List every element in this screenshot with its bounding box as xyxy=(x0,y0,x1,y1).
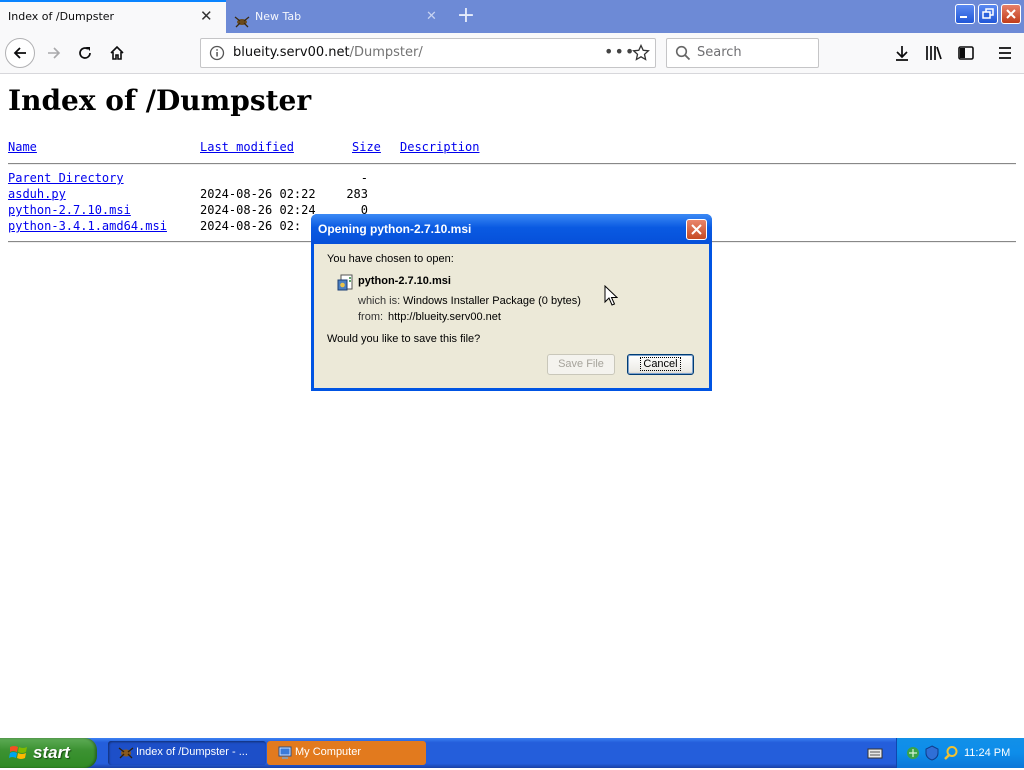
page-title: Index of /Dumpster xyxy=(8,84,312,117)
file-size: - xyxy=(360,171,368,185)
new-tab-plus-icon[interactable]: + xyxy=(455,0,477,33)
more-icon[interactable]: ••• xyxy=(604,39,635,65)
cancel-button[interactable]: Cancel xyxy=(627,354,694,375)
file-type-value: Windows Installer Package (0 bytes) xyxy=(403,295,581,307)
library-icon[interactable] xyxy=(924,43,944,63)
sidebar-icon[interactable] xyxy=(956,43,976,63)
tab-close-icon[interactable]: ✕ xyxy=(200,2,213,31)
my-computer-icon xyxy=(277,745,293,761)
url-host: blueity.serv00.net xyxy=(233,45,350,60)
dialog-close-button[interactable] xyxy=(686,219,707,240)
taskbar-item-firefox[interactable]: Index of /Dumpster - ... xyxy=(108,741,266,765)
column-size-link[interactable]: Size xyxy=(352,140,381,154)
search-tray-icon[interactable] xyxy=(943,745,959,761)
installer-file-icon xyxy=(337,274,355,292)
file-modified: 2024-08-26 02:22 xyxy=(200,187,316,201)
file-link[interactable]: asduh.py xyxy=(8,187,66,201)
security-shield-icon[interactable] xyxy=(924,745,940,761)
hamburger-menu-icon[interactable] xyxy=(995,43,1015,63)
download-icon[interactable] xyxy=(892,43,912,63)
opening-file-dialog: Opening python-2.7.10.msi You have chose… xyxy=(311,214,712,391)
file-modified: 2024-08-26 02: xyxy=(200,219,302,233)
save-file-button[interactable]: Save File xyxy=(547,354,615,375)
search-placeholder: Search xyxy=(697,45,742,60)
back-button[interactable] xyxy=(5,38,35,68)
keyboard-icon[interactable] xyxy=(867,746,883,760)
clock: 11:24 PM xyxy=(964,747,1011,759)
cancel-button-label: Cancel xyxy=(640,357,681,371)
tab-close-icon[interactable]: ✕ xyxy=(426,0,437,33)
taskbar-item-my-computer[interactable]: My Computer xyxy=(267,741,426,765)
navigation-toolbar: blueity.serv00.net/Dumpster/ ••• Search xyxy=(0,33,1024,74)
info-icon[interactable] xyxy=(209,45,225,61)
which-is-label: which is: xyxy=(358,295,401,307)
list-item: asduh.py 2024-08-26 02:22 283 xyxy=(0,187,400,203)
source-url-value: http://blueity.serv00.net xyxy=(388,311,501,323)
dialog-body: You have chosen to open: python-2.7.10.m… xyxy=(314,244,709,388)
restore-window-button[interactable] xyxy=(978,4,998,24)
system-tray: 11:24 PM xyxy=(896,738,1024,768)
taskbar: start Index of /Dumpster - ... My Comput… xyxy=(0,738,1024,768)
tab-label: New Tab xyxy=(255,10,302,23)
reload-button[interactable] xyxy=(71,39,99,67)
close-window-button[interactable] xyxy=(1001,4,1021,24)
file-link[interactable]: python-3.4.1.amd64.msi xyxy=(8,219,167,233)
dialog-title-bar[interactable]: Opening python-2.7.10.msi xyxy=(311,214,712,244)
url-path: /Dumpster/ xyxy=(349,45,423,60)
from-label: from: xyxy=(358,311,384,323)
search-input[interactable]: Search xyxy=(666,38,819,68)
tab-strip: Index of /Dumpster ✕ New Tab ✕ + xyxy=(0,0,1024,33)
column-name-link[interactable]: Name xyxy=(8,140,37,154)
windows-logo-icon xyxy=(9,746,27,759)
url-text[interactable]: blueity.serv00.net/Dumpster/ xyxy=(233,39,423,67)
taskbar-item-label: Index of /Dumpster - ... xyxy=(136,746,248,758)
dialog-filename: python-2.7.10.msi xyxy=(358,275,451,287)
start-label: start xyxy=(33,743,70,762)
star-icon[interactable] xyxy=(632,43,650,62)
network-icon[interactable] xyxy=(905,745,921,761)
taskbar-item-label: My Computer xyxy=(295,746,362,758)
column-last-modified-link[interactable]: Last modified xyxy=(200,140,294,154)
dialog-title: Opening python-2.7.10.msi xyxy=(318,222,472,236)
parent-directory-link[interactable]: Parent Directory xyxy=(8,171,124,185)
file-modified: 2024-08-26 02:24 xyxy=(200,203,316,217)
forward-button[interactable] xyxy=(40,39,68,67)
mouse-cursor-icon xyxy=(604,285,618,306)
page-content: Index of /Dumpster Name Last modified Si… xyxy=(0,74,1024,738)
start-button[interactable]: start xyxy=(0,738,97,768)
tab-index-of-dumpster[interactable]: Index of /Dumpster ✕ xyxy=(0,0,226,33)
firefox-icon xyxy=(118,745,134,761)
search-icon xyxy=(675,45,691,61)
dialog-chosen-text: You have chosen to open: xyxy=(327,253,454,265)
tab-favicon-icon xyxy=(234,9,250,28)
url-bar[interactable]: blueity.serv00.net/Dumpster/ ••• xyxy=(200,38,656,68)
tab-new-tab[interactable]: New Tab ✕ xyxy=(226,0,448,33)
dialog-question: Would you like to save this file? xyxy=(327,333,481,345)
divider xyxy=(8,163,1016,165)
home-button[interactable] xyxy=(103,39,131,67)
file-size: 283 xyxy=(346,187,368,201)
tab-label: Index of /Dumpster xyxy=(8,10,115,23)
column-description-link[interactable]: Description xyxy=(400,140,479,154)
file-link[interactable]: python-2.7.10.msi xyxy=(8,203,131,217)
minimize-window-button[interactable] xyxy=(955,4,975,24)
list-item: Parent Directory - xyxy=(0,171,400,187)
